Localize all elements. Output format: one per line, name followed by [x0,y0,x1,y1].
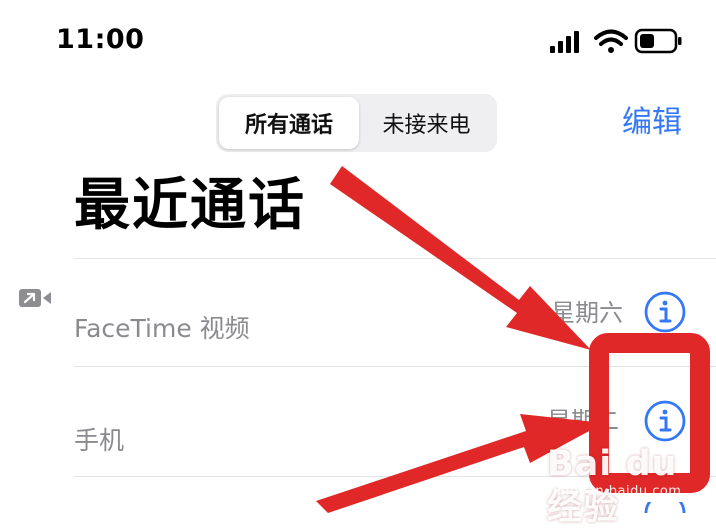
status-icons [550,28,682,54]
info-icon[interactable] [643,290,687,334]
edit-button[interactable]: 编辑 [622,102,682,144]
segment-all-calls[interactable]: 所有通话 [219,97,359,149]
divider [74,258,716,259]
facetime-video-icon [19,289,51,307]
call-filter-segmented-control: 所有通话 未接来电 [216,94,497,152]
divider [74,366,716,367]
call-day: 星期二 [547,407,619,435]
watermark-url: jingyan.baidu.com [553,484,682,499]
call-type-label: FaceTime 视频 [74,314,250,343]
page-title: 最近通话 [74,173,306,238]
segment-missed-calls[interactable]: 未接来电 [359,97,494,149]
call-type-label: 手机 [74,426,125,455]
battery-icon [634,28,682,54]
wifi-icon [594,29,628,53]
call-day: 星期六 [551,299,623,327]
info-icon[interactable] [643,399,687,443]
status-time: 11:00 [56,24,145,55]
signal-icon [550,31,579,53]
